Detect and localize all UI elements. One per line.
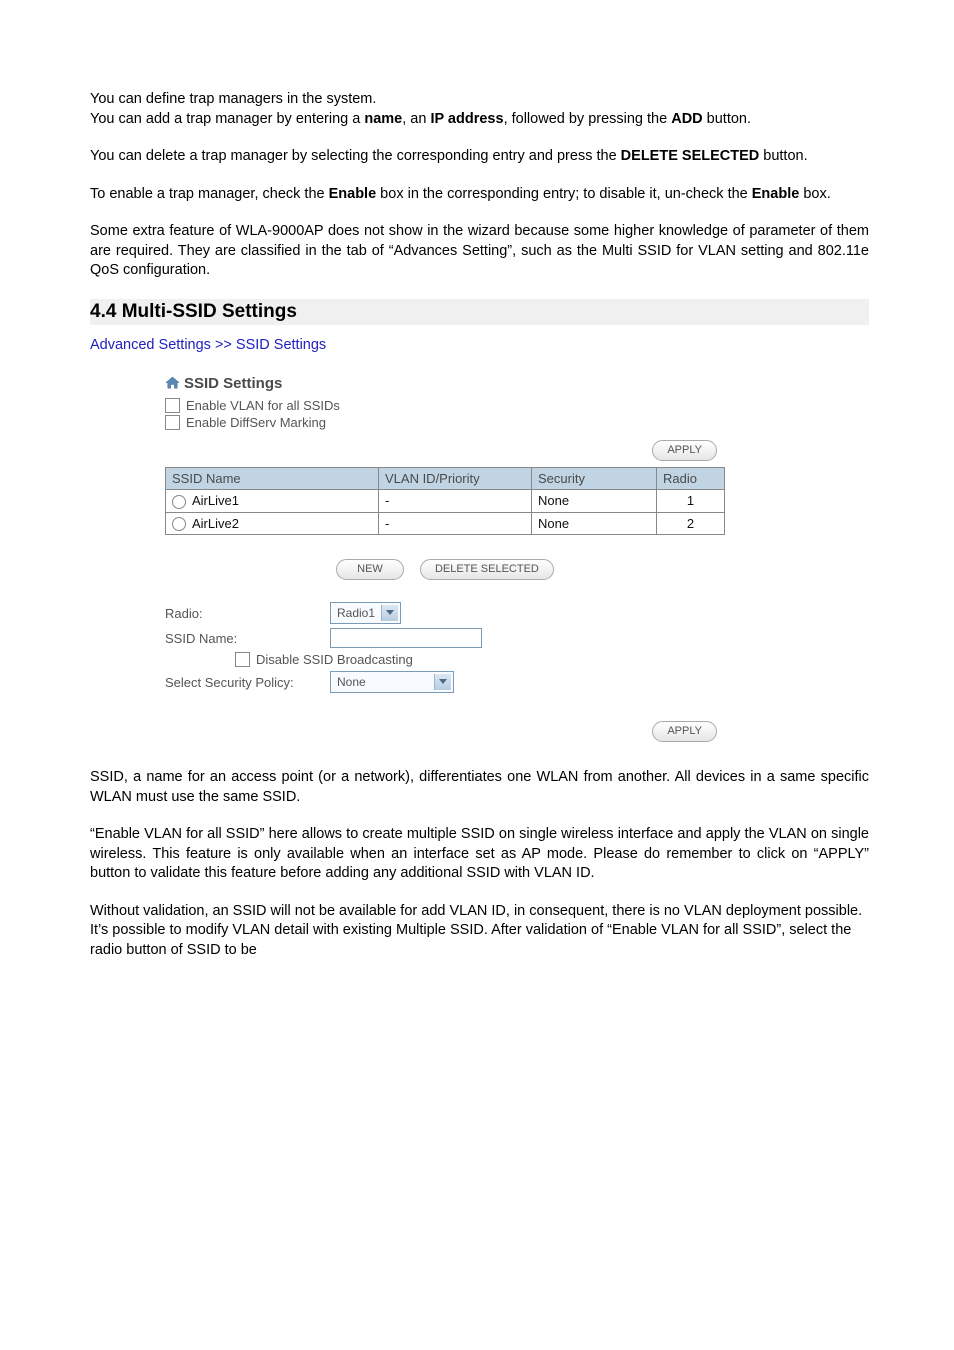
- col-security: Security: [532, 467, 657, 489]
- enable-vlan-label: Enable VLAN for all SSIDs: [186, 398, 340, 413]
- para-add-mid1: , an: [402, 111, 430, 127]
- ssid-table: SSID Name VLAN ID/Priority Security Radi…: [165, 467, 725, 535]
- enable-diffserv-label: Enable DiffServ Marking: [186, 415, 326, 430]
- apply-button-2[interactable]: APPLY: [652, 721, 717, 742]
- para-ssid-explain: SSID, a name for an access point (or a n…: [90, 768, 869, 807]
- panel-title-text: SSID Settings: [184, 375, 282, 392]
- disable-broadcast-label: Disable SSID Broadcasting: [256, 652, 413, 667]
- para-enable-vlan-explain: “Enable VLAN for all SSID” here allows t…: [90, 825, 869, 884]
- para-add-pre: You can add a trap manager by entering a: [90, 111, 364, 127]
- new-button[interactable]: NEW: [336, 559, 404, 580]
- breadcrumb: Advanced Settings >> SSID Settings: [90, 337, 869, 353]
- term-name: name: [364, 111, 402, 127]
- row-radio-select[interactable]: [172, 495, 186, 509]
- delete-selected-button[interactable]: DELETE SELECTED: [420, 559, 554, 580]
- ssid-name-label: SSID Name:: [165, 631, 330, 646]
- cell-ssid-name: AirLive1: [192, 493, 239, 508]
- para-extra-features: Some extra feature of WLA-9000AP does no…: [90, 222, 869, 281]
- chevron-down-icon: [434, 674, 451, 690]
- para-enable-pre: To enable a trap manager, check the: [90, 186, 329, 202]
- cell-vlan: -: [379, 512, 532, 535]
- col-ssid-name: SSID Name: [166, 467, 379, 489]
- security-policy-select[interactable]: None: [330, 671, 454, 693]
- security-policy-label: Select Security Policy:: [165, 675, 330, 690]
- section-heading-multi-ssid: 4.4 Multi-SSID Settings: [90, 299, 869, 325]
- para-enable-post: box.: [799, 186, 830, 202]
- apply-button[interactable]: APPLY: [652, 440, 717, 461]
- cell-vlan: -: [379, 489, 532, 512]
- col-radio: Radio: [657, 467, 725, 489]
- table-row: AirLive2 - None 2: [166, 512, 725, 535]
- ssid-name-input[interactable]: [330, 628, 482, 648]
- col-vlan: VLAN ID/Priority: [379, 467, 532, 489]
- home-icon: [165, 376, 180, 390]
- chevron-down-icon: [381, 605, 398, 621]
- para-delete-post: button.: [759, 148, 807, 164]
- disable-broadcast-checkbox[interactable]: [235, 652, 250, 667]
- enable-vlan-checkbox[interactable]: [165, 398, 180, 413]
- term-ip-address: IP address: [430, 111, 503, 127]
- row-radio-select[interactable]: [172, 517, 186, 531]
- term-delete-selected: DELETE SELECTED: [621, 148, 760, 164]
- cell-security: None: [532, 512, 657, 535]
- para-add-mid2: , followed by pressing the: [504, 111, 672, 127]
- enable-diffserv-checkbox[interactable]: [165, 415, 180, 430]
- table-row: AirLive1 - None 1: [166, 489, 725, 512]
- term-enable: Enable: [329, 186, 377, 202]
- term-enable-2: Enable: [752, 186, 800, 202]
- radio-label: Radio:: [165, 606, 330, 621]
- radio-select[interactable]: Radio1: [330, 602, 401, 624]
- para-add-post: button.: [703, 111, 751, 127]
- para-trap-define: You can define trap managers in the syst…: [90, 91, 376, 107]
- cell-radio: 1: [657, 489, 725, 512]
- para-validation-explain: Without validation, an SSID will not be …: [90, 902, 869, 961]
- cell-security: None: [532, 489, 657, 512]
- para-enable-mid: box in the corresponding entry; to disab…: [376, 186, 752, 202]
- radio-select-value: Radio1: [333, 606, 381, 620]
- ssid-settings-panel: SSID Settings Enable VLAN for all SSIDs …: [165, 375, 725, 742]
- security-policy-value: None: [333, 675, 372, 689]
- term-add: ADD: [671, 111, 702, 127]
- cell-ssid-name: AirLive2: [192, 516, 239, 531]
- para-delete-pre: You can delete a trap manager by selecti…: [90, 148, 621, 164]
- cell-radio: 2: [657, 512, 725, 535]
